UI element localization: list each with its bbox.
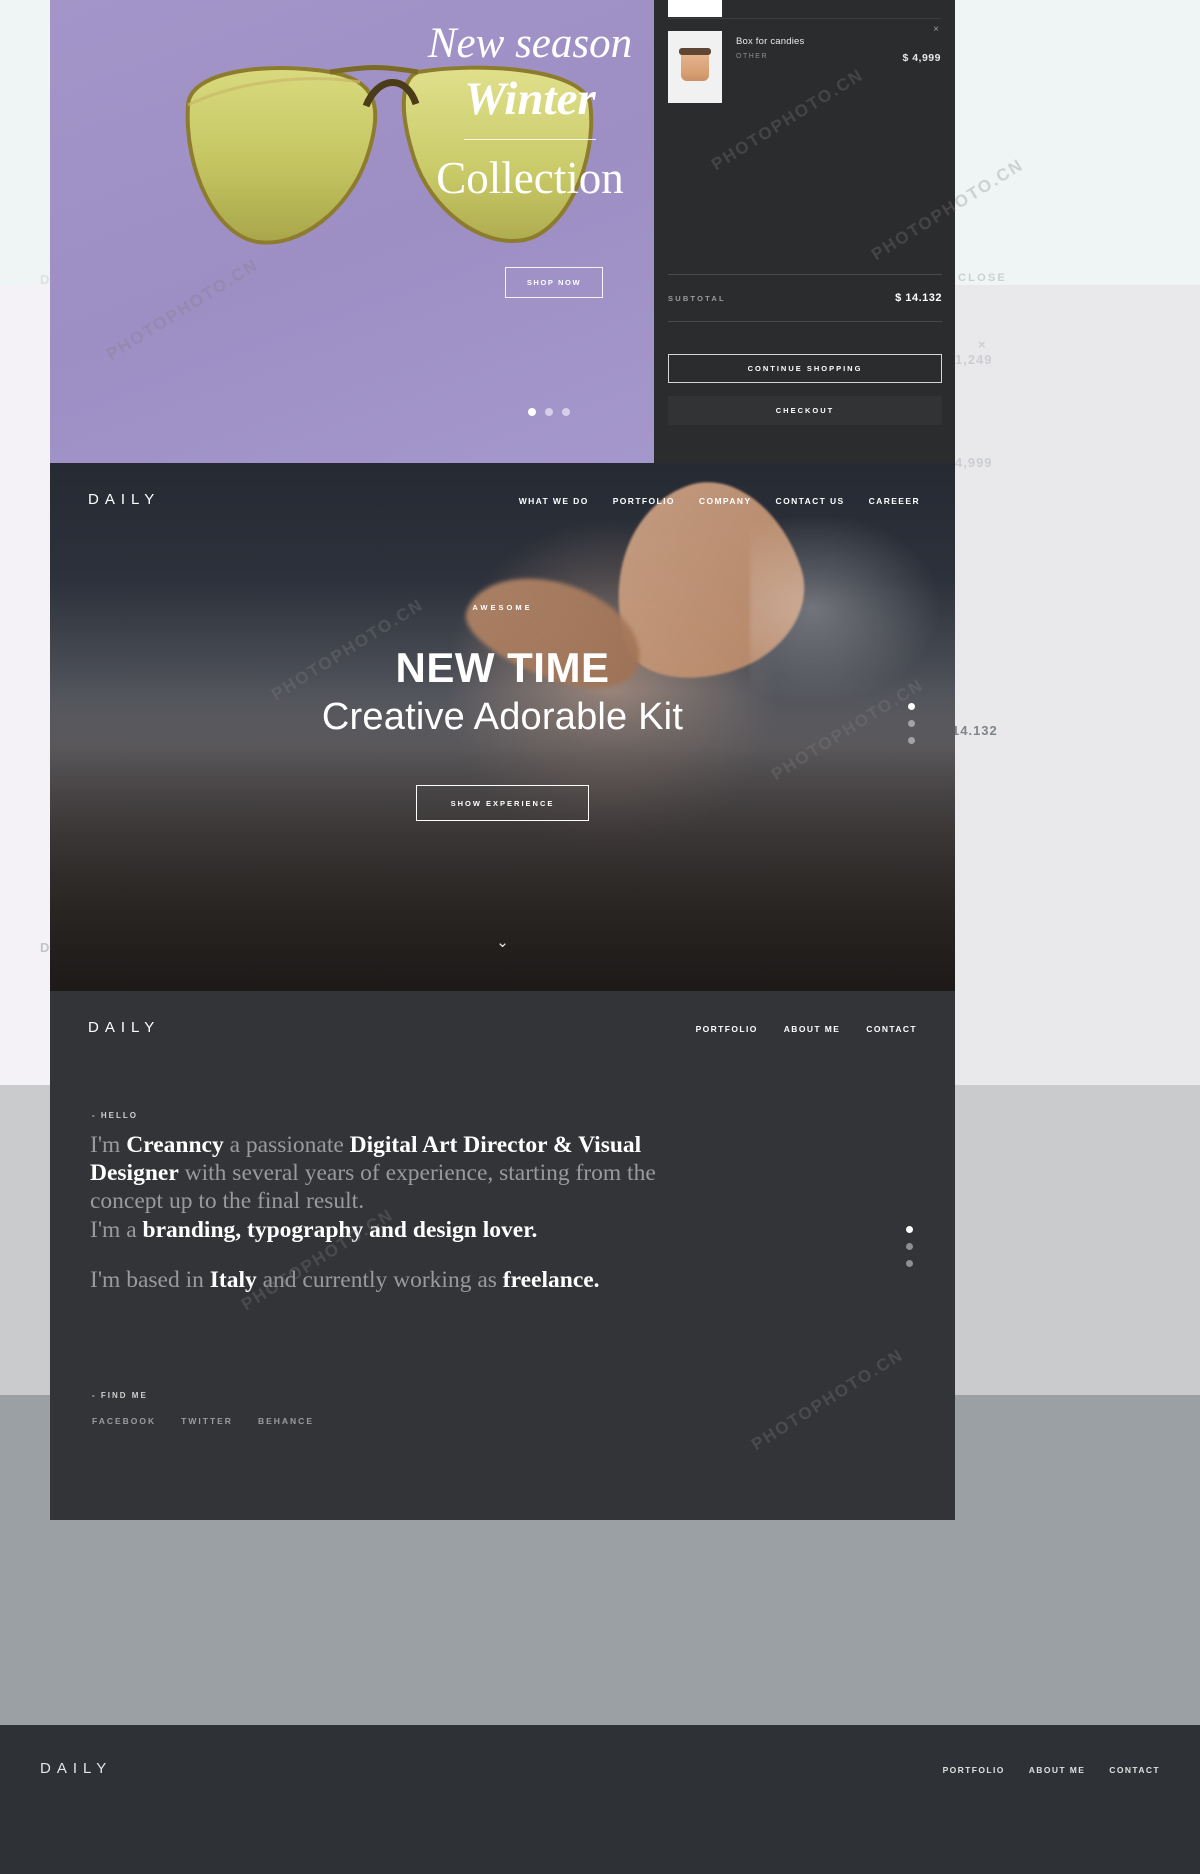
- cart-item-category: OTHER: [736, 53, 768, 60]
- background-ghost-price-3: 14.132: [952, 723, 998, 738]
- hero-eyebrow: AWESOME: [472, 603, 533, 612]
- footer-nav-links: PORTFOLIO ABOUT ME CONTACT: [943, 1765, 1160, 1775]
- nav-item-career[interactable]: CAREEER: [869, 496, 920, 506]
- background-close-label: CLOSE: [958, 272, 1007, 284]
- footer-brand-logo: DAILY: [40, 1760, 113, 1777]
- cart-item-thumbnail-partial: [668, 0, 722, 17]
- about-slide-dots[interactable]: [906, 1226, 913, 1267]
- hero-slide-dots[interactable]: [908, 703, 915, 744]
- background-ghost-price-1: 1,249: [955, 352, 993, 367]
- shop-now-button[interactable]: SHOP NOW: [505, 267, 603, 298]
- nav-item-company[interactable]: COMPANY: [699, 496, 752, 506]
- cart-subtotal-label: SUBTOTAL: [668, 293, 726, 303]
- hero-dot-2[interactable]: [908, 720, 915, 727]
- hero-dot-3[interactable]: [908, 737, 915, 744]
- slide-line-2: Winter: [464, 67, 596, 141]
- nav-item-contact-us[interactable]: CONTACT US: [776, 496, 845, 506]
- slider-dots[interactable]: [528, 408, 570, 416]
- about-hello-label: - HELLO: [92, 1111, 138, 1120]
- hero-section: DAILY WHAT WE DO PORTFOLIO COMPANY CONTA…: [50, 463, 955, 991]
- about-nav-contact[interactable]: CONTACT: [866, 1024, 917, 1034]
- cart-subtotal-value: $ 14.132: [895, 292, 942, 304]
- footer-nav-portfolio: PORTFOLIO: [942, 1765, 1005, 1775]
- cart-item-remove-icon[interactable]: ×: [933, 24, 939, 35]
- background-band-bottom: [0, 1725, 1200, 1874]
- bio2-pre: I'm based in: [90, 1266, 210, 1293]
- cart-drawer: Box for candies OTHER $ 4,999 ×: [654, 0, 955, 463]
- bio-strong2: branding, typography and design lover.: [142, 1216, 538, 1243]
- slider-dot-1[interactable]: [528, 408, 536, 416]
- slide-line-1: New season: [427, 20, 633, 67]
- footer-nav-contact: CONTACT: [1109, 1765, 1160, 1775]
- social-link-behance[interactable]: BEHANCE: [258, 1416, 314, 1426]
- footer-nav-about-me: ABOUT ME: [1028, 1765, 1086, 1775]
- cart-item-thumbnail: [668, 31, 722, 103]
- social-link-facebook[interactable]: FACEBOOK: [92, 1416, 156, 1426]
- background-ghost-x: ×: [978, 337, 987, 352]
- hero-content: AWESOME NEW TIME Creative Adorable Kit S…: [50, 603, 955, 821]
- slider-dot-3[interactable]: [562, 408, 570, 416]
- hero-brand-logo[interactable]: DAILY: [88, 491, 160, 508]
- scroll-down-chevron-icon[interactable]: ⌄: [50, 933, 955, 951]
- cart-subtotal-row: SUBTOTAL $ 14.132: [668, 292, 942, 304]
- about-bio-paragraph-2: I'm based in Italy and currently working…: [90, 1266, 670, 1294]
- about-nav-about-me[interactable]: ABOUT ME: [784, 1024, 841, 1034]
- about-dot-2[interactable]: [906, 1243, 913, 1250]
- slide-text-block: New season Winter Collection: [380, 20, 680, 209]
- cart-item-row[interactable]: Box for candies OTHER $ 4,999 ×: [668, 18, 941, 103]
- hero-subtitle: Creative Adorable Kit: [321, 696, 684, 738]
- candle-box-icon: [679, 48, 711, 81]
- hero-dot-1[interactable]: [908, 703, 915, 710]
- bio-pre: I'm: [90, 1132, 127, 1158]
- about-nav-portfolio[interactable]: PORTFOLIO: [696, 1024, 758, 1034]
- bio-pre2: I'm a: [90, 1216, 143, 1243]
- about-findme-label: - FIND ME: [92, 1391, 148, 1400]
- hero-title: NEW TIME: [395, 644, 610, 691]
- about-bio: I'm Creanncy a passionate Digital Art Di…: [90, 1131, 670, 1294]
- cart-divider-top: [668, 274, 942, 275]
- hero-nav-links: WHAT WE DO PORTFOLIO COMPANY CONTACT US …: [519, 496, 920, 506]
- cart-item-partial: [668, 0, 941, 17]
- bio2-strong2: freelance.: [502, 1266, 600, 1293]
- social-link-twitter[interactable]: TWITTER: [181, 1416, 233, 1426]
- about-section: DAILY PORTFOLIO ABOUT ME CONTACT - HELLO…: [50, 991, 955, 1520]
- slide-line-3: Collection: [436, 153, 624, 204]
- background-left-panel: [0, 285, 55, 1085]
- about-dot-3[interactable]: [906, 1260, 913, 1267]
- nav-item-portfolio[interactable]: PORTFOLIO: [613, 496, 675, 506]
- about-bio-paragraph-1: I'm Creanncy a passionate Digital Art Di…: [90, 1131, 670, 1244]
- about-dot-1[interactable]: [906, 1226, 913, 1233]
- continue-shopping-button[interactable]: CONTINUE SHOPPING: [668, 354, 942, 383]
- cart-item-name: Box for candies: [736, 36, 805, 47]
- bio-name: Creanncy: [126, 1132, 224, 1158]
- cart-item-price: $ 4,999: [902, 52, 941, 64]
- bio2-mid: and currently working as: [256, 1266, 503, 1293]
- background-ghost-price-2: 4,999: [955, 455, 993, 470]
- cart-item-meta: Box for candies OTHER: [736, 31, 804, 60]
- slider-dot-2[interactable]: [545, 408, 553, 416]
- show-experience-button[interactable]: SHOW EXPERIENCE: [416, 785, 589, 821]
- about-nav-links: PORTFOLIO ABOUT ME CONTACT: [696, 1024, 917, 1034]
- cart-divider-bottom: [668, 321, 942, 322]
- about-social-links: FACEBOOK TWITTER BEHANCE: [92, 1416, 314, 1426]
- bio-mid: a passionate: [223, 1132, 350, 1158]
- nav-item-what-we-do[interactable]: WHAT WE DO: [519, 496, 589, 506]
- bio2-strong: Italy: [209, 1266, 257, 1293]
- hero-navbar: DAILY WHAT WE DO PORTFOLIO COMPANY CONTA…: [50, 463, 955, 543]
- about-brand-logo[interactable]: DAILY: [88, 1019, 160, 1036]
- checkout-button[interactable]: CHECKOUT: [668, 396, 942, 425]
